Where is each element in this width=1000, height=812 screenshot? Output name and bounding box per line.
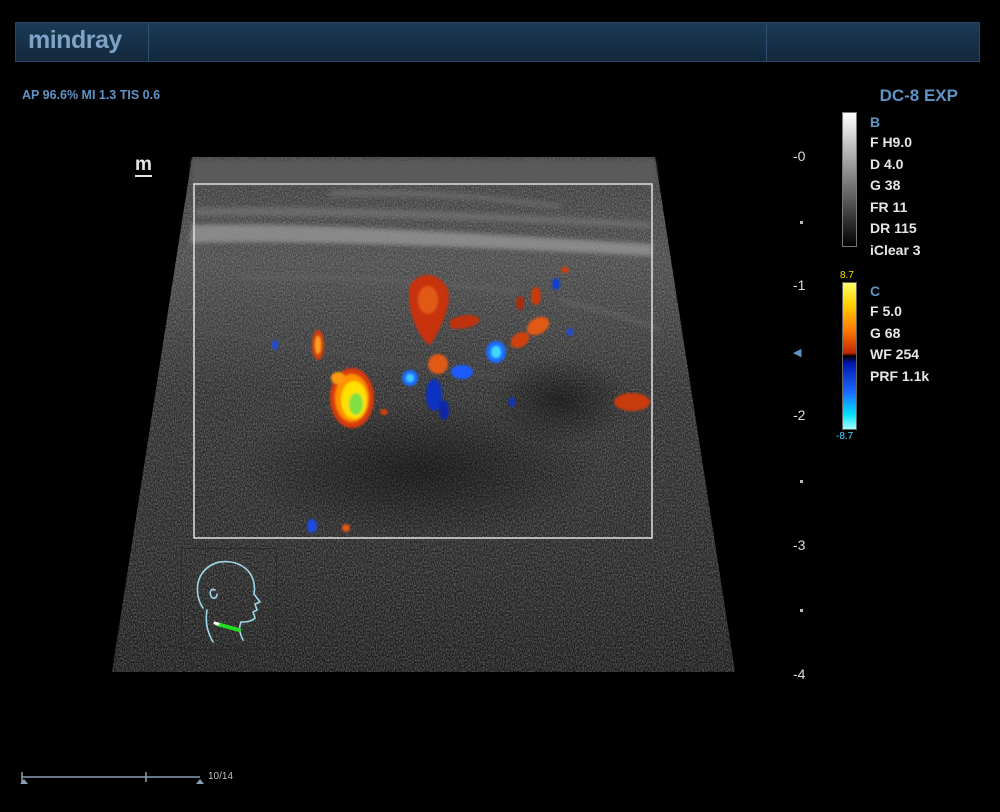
b-param-depth: D 4.0 xyxy=(870,155,904,172)
b-param-frame-rate: FR 11 xyxy=(870,198,908,215)
b-param-iclear: iClear 3 xyxy=(870,241,921,258)
depth-label-3: -3 xyxy=(793,537,806,553)
c-param-prf: PRF 1.1k xyxy=(870,367,930,384)
b-mode-label: B xyxy=(870,114,881,130)
color-scale-max: 8.7 xyxy=(840,270,854,281)
cine-frame-counter: 10/14 xyxy=(208,771,234,782)
c-param-frequency: F 5.0 xyxy=(870,303,902,319)
b-param-gain: G 38 xyxy=(870,177,901,193)
grayscale-map-bar xyxy=(842,112,857,247)
c-param-gain: G 68 xyxy=(870,324,901,341)
depth-label-2: -2 xyxy=(793,407,806,423)
depth-label-4: -4 xyxy=(793,666,806,682)
color-scale-min: -8.7 xyxy=(836,431,854,442)
probe-position-mark xyxy=(213,621,241,632)
color-mode-params: C F 5.0 G 68 WF 254 PRF 1.1k xyxy=(870,281,929,387)
c-param-wall-filter: WF 254 xyxy=(870,346,920,362)
color-map-bar xyxy=(842,282,857,430)
head-neck-pictogram-icon[interactable] xyxy=(181,548,277,650)
cine-progress-bar[interactable] xyxy=(20,772,204,784)
focus-triangle-icon[interactable]: ◀ xyxy=(793,346,801,359)
b-param-frequency: F H9.0 xyxy=(870,134,913,150)
depth-label-1: -1 xyxy=(793,277,806,293)
color-mode-label: C xyxy=(870,283,881,299)
depth-label-0: -0 xyxy=(793,148,806,164)
b-param-dynamic-range: DR 115 xyxy=(870,220,917,236)
b-mode-params: B F H9.0 D 4.0 G 38 FR 11 DR 115 iClear … xyxy=(870,112,921,261)
